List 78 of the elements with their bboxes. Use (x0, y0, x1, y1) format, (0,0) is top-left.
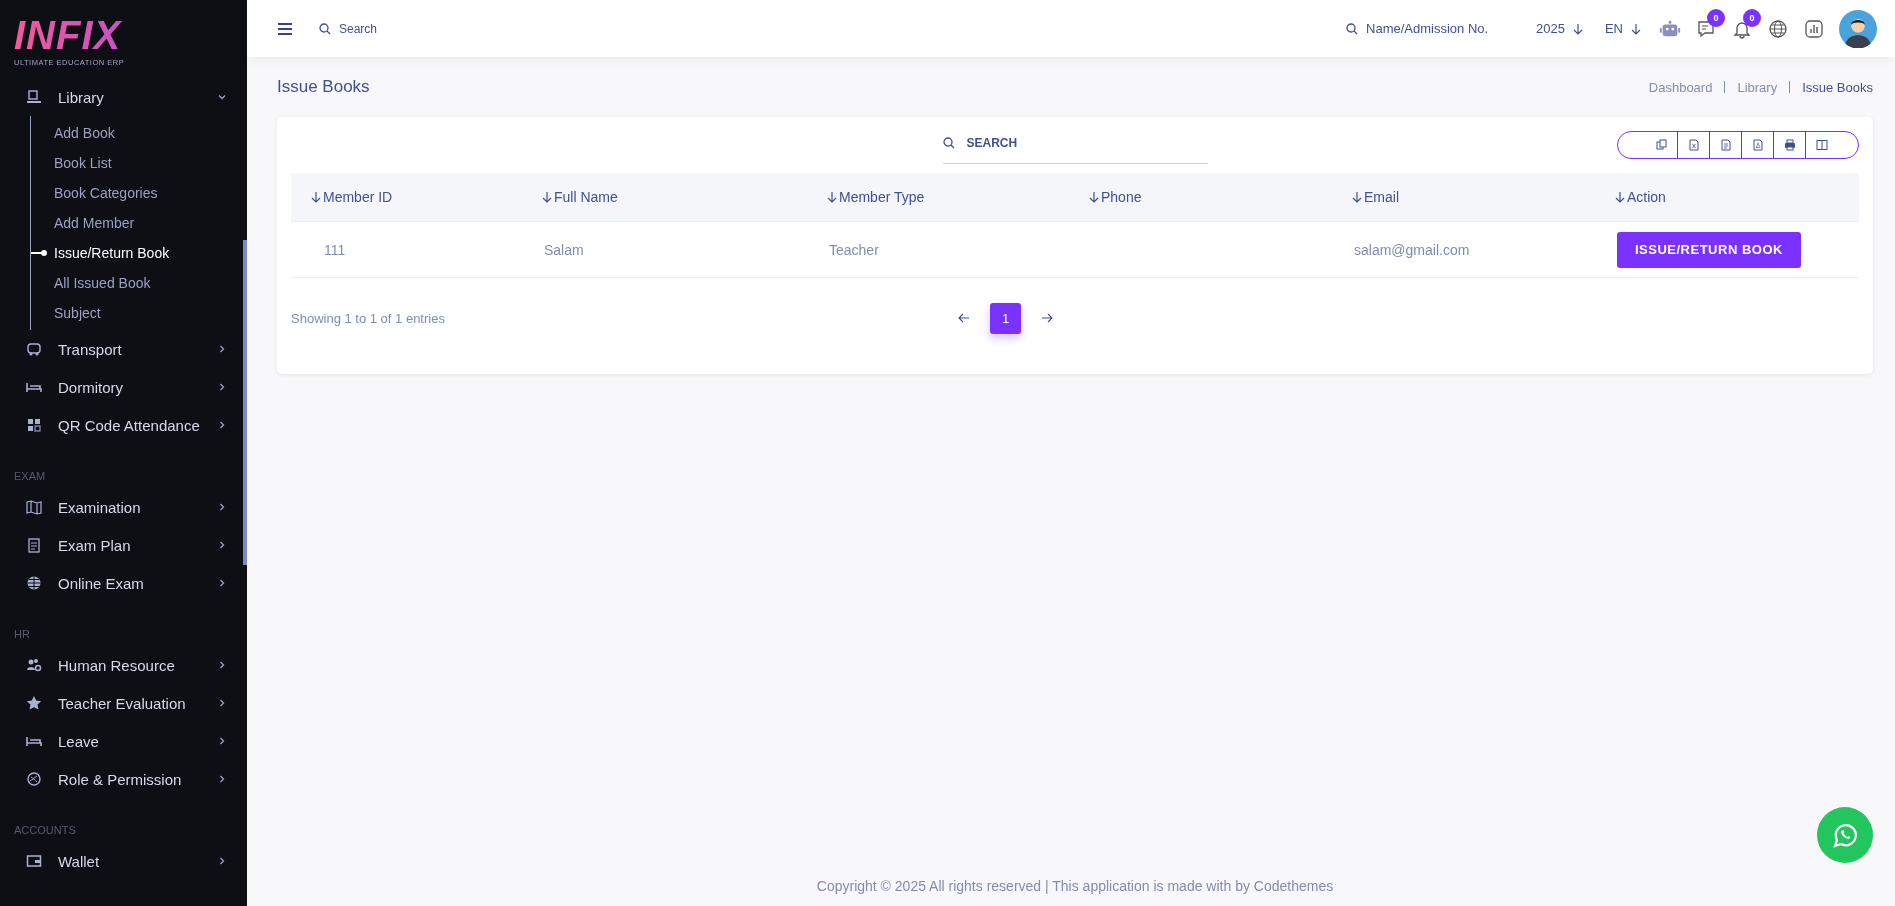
section-heading: EXAM (13, 469, 47, 484)
submenu-item[interactable]: Book Categories (31, 178, 247, 208)
section-heading: ACCOUNTS (13, 823, 77, 838)
nav-item[interactable]: Wallet (0, 842, 247, 880)
table-cell: Salam (544, 241, 584, 258)
document-icon (1719, 139, 1732, 151)
previous-page-icon[interactable] (958, 313, 971, 323)
submenu-item[interactable]: Book List (31, 148, 247, 178)
table-cell: 111 (324, 241, 346, 258)
sort-arrow-icon[interactable] (1089, 191, 1099, 203)
column-header[interactable]: Member Type (839, 189, 925, 205)
clipboard-icon (26, 537, 42, 553)
avatar[interactable] (1839, 9, 1877, 48)
nav-item[interactable]: Human Resource (0, 646, 247, 684)
columns-icon (1816, 139, 1828, 151)
student-search-field[interactable]: Name/Admission No. (1364, 20, 1518, 37)
arrow-down-icon (1631, 22, 1641, 35)
table-cell: Teacher (829, 241, 879, 258)
submenu-item[interactable]: Add Book (31, 118, 247, 148)
nav-item[interactable]: Exam Plan (0, 526, 247, 564)
map-icon (26, 499, 42, 515)
qr-code-icon (26, 417, 42, 433)
globe-icon[interactable] (1767, 18, 1789, 39)
nav-item[interactable]: Examination (0, 488, 247, 526)
breadcrumb-link[interactable]: Issue Books (1802, 79, 1873, 95)
nav-item[interactable]: QR Code Attendance (0, 406, 247, 444)
submenu-item[interactable]: Issue/Return Book (31, 238, 247, 268)
nav-item[interactable]: Dormitory (0, 368, 247, 406)
pdf-file-icon (1751, 139, 1764, 151)
nav-item[interactable]: Online Exam (0, 564, 247, 602)
robot-icon[interactable] (1659, 18, 1681, 39)
column-header[interactable]: Full Name (554, 189, 618, 205)
sort-arrow-icon[interactable] (311, 191, 321, 203)
star-icon (26, 695, 42, 711)
submenu-item[interactable]: Subject (31, 298, 247, 328)
language-dropdown[interactable]: EN (1600, 21, 1645, 36)
year-dropdown[interactable]: 2025 (1532, 21, 1587, 36)
section-heading: HR (13, 627, 31, 642)
page-title: Issue Books (277, 77, 370, 97)
arrow-down-icon (1572, 22, 1583, 35)
chat-count-badge: 0 (1707, 8, 1725, 27)
sort-arrow-icon[interactable] (542, 191, 552, 203)
nav-item[interactable]: Teacher Evaluation (0, 684, 247, 722)
nav-item[interactable]: Role & Permission (0, 760, 247, 798)
printer-icon (1783, 139, 1796, 151)
nav-item[interactable]: Library (0, 78, 247, 116)
search-icon (1346, 22, 1358, 35)
submenu-item[interactable]: All Issued Book (31, 268, 247, 298)
column-header[interactable]: Action (1627, 189, 1666, 205)
nav-item[interactable]: Transport (0, 330, 247, 368)
copyright-text: Copyright © 2025 All rights reserved | This application is made with by Codethemes (815, 878, 1335, 896)
users-icon (26, 657, 42, 673)
table-cell: salam@gmail.com (1354, 241, 1470, 258)
search-field[interactable]: Search (337, 20, 431, 37)
nav-item[interactable]: Leave (0, 722, 247, 760)
submenu-item[interactable]: Add Member (31, 208, 247, 238)
bus-icon (26, 341, 42, 357)
entries-info: Showing 1 to 1 of 1 entries (291, 310, 446, 326)
globe-icon (26, 575, 42, 591)
next-page-icon[interactable] (1041, 313, 1054, 323)
menu-icon[interactable] (277, 21, 293, 36)
search-icon (942, 136, 955, 149)
copy-icon (1655, 139, 1668, 151)
column-header[interactable]: Email (1364, 189, 1399, 205)
column-header[interactable]: Member ID (323, 189, 393, 205)
search-icon (319, 22, 331, 35)
sort-arrow-icon[interactable] (827, 191, 837, 203)
spreadsheet-file-icon (1687, 139, 1700, 151)
sort-arrow-icon[interactable] (1615, 191, 1625, 203)
issue-return-button[interactable]: ISSUE/RETURN BOOK (1617, 231, 1801, 268)
chart-icon[interactable] (1803, 18, 1825, 39)
notification-count-badge: 0 (1743, 8, 1761, 27)
sort-arrow-icon[interactable] (1352, 191, 1362, 203)
wallet-icon (26, 853, 42, 869)
scrollbar[interactable] (243, 240, 247, 565)
column-header[interactable]: Phone (1101, 189, 1142, 205)
page-button[interactable]: 1 (990, 302, 1022, 334)
table-search-field[interactable]: SEARCH (964, 134, 1059, 151)
